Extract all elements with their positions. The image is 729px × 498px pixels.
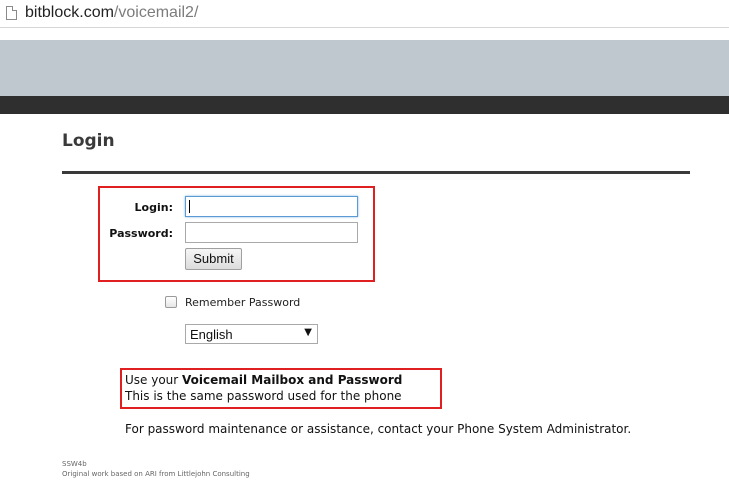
language-select[interactable]: English ▼ [185, 324, 318, 344]
password-input[interactable] [185, 222, 358, 243]
chevron-down-icon: ▼ [304, 327, 312, 338]
url-domain: bitblock.com [25, 4, 114, 21]
password-label: Password: [109, 227, 173, 240]
info-line-1-bold: Voicemail Mailbox and Password [182, 373, 403, 387]
footer-credit: Original work based on ARI from Littlejo… [62, 470, 250, 478]
remember-password-label[interactable]: Remember Password [185, 296, 300, 309]
text-caret [189, 200, 190, 213]
url-path: /voicemail2/ [113, 4, 199, 21]
page-title: Login [62, 131, 115, 151]
page-icon [6, 6, 17, 20]
info-line-1: Use your Voicemail Mailbox and Password [125, 373, 402, 387]
info-line-1-prefix: Use your [125, 373, 183, 387]
remember-password-checkbox[interactable] [165, 296, 177, 308]
login-label: Login: [134, 201, 173, 214]
url-text[interactable]: bitblock.com/voicemail2/ [25, 4, 198, 22]
support-note: For password maintenance or assistance, … [125, 422, 632, 436]
header-banner [0, 40, 729, 96]
language-selected-value: English [190, 327, 233, 342]
title-divider [62, 171, 690, 174]
header-dark-bar [0, 96, 729, 114]
footer-version: SSW4b [62, 460, 87, 468]
submit-button[interactable]: Submit [185, 248, 242, 270]
browser-address-bar[interactable]: bitblock.com/voicemail2/ [0, 0, 729, 28]
login-input[interactable] [185, 196, 358, 217]
info-line-2: This is the same password used for the p… [125, 389, 402, 403]
